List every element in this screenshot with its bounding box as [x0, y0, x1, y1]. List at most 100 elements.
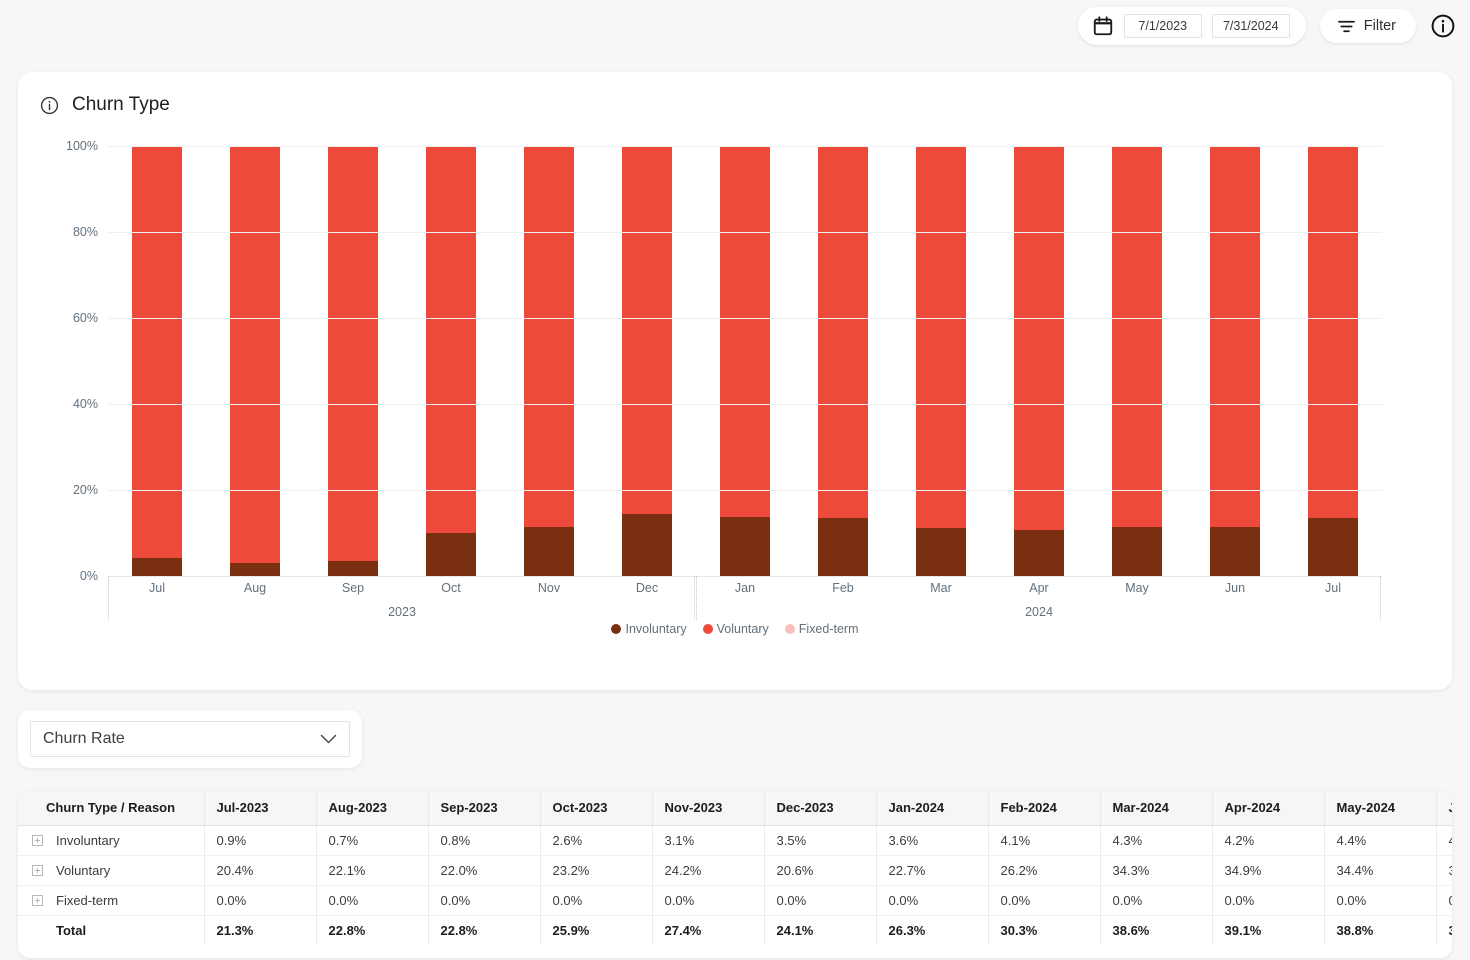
table-cell: 22.0% [428, 855, 541, 886]
date-from-input[interactable]: 7/1/2023 [1123, 14, 1202, 38]
metric-selector-container: Churn Rate [18, 710, 362, 768]
bar-segment-involuntary[interactable] [720, 517, 770, 576]
table-cell: 0.8% [428, 825, 541, 856]
bar-segment-voluntary[interactable] [916, 146, 966, 529]
bar-slot [892, 146, 990, 576]
table-row: Fixed-term 0.0% 0.0% 0.0% 0.0% 0.0% 0.0% 0.0% 0.… [18, 885, 1452, 916]
table-column-header[interactable]: Oct-2023 [540, 790, 653, 826]
stacked-bar[interactable] [916, 146, 966, 576]
info-circle-icon[interactable] [1430, 13, 1456, 39]
table-row-label-cell: Voluntary [18, 855, 205, 886]
stacked-bar[interactable] [132, 146, 182, 576]
table-cell: 22.7% [876, 855, 989, 886]
legend-item[interactable]: Involuntary [611, 622, 687, 636]
table-column-header[interactable]: Feb-2024 [988, 790, 1101, 826]
table-cell: 34.3% [1100, 855, 1213, 886]
bar-segment-involuntary[interactable] [1308, 518, 1358, 576]
table-cell: 0.0% [876, 885, 989, 916]
grid-line [108, 490, 1382, 491]
bar-segment-voluntary[interactable] [622, 146, 672, 514]
filter-icon [1337, 19, 1355, 34]
stacked-bar[interactable] [230, 146, 280, 576]
stacked-bar[interactable] [328, 146, 378, 576]
table-column-header[interactable]: May-2024 [1324, 790, 1437, 826]
stacked-bar[interactable] [622, 146, 672, 576]
x-axis-tick-label: Jul [1325, 581, 1341, 595]
stacked-bar[interactable] [1210, 146, 1260, 576]
stacked-bar[interactable] [1014, 146, 1064, 576]
expand-row-icon[interactable] [32, 894, 43, 906]
table-cell: 0.0% [1100, 885, 1213, 916]
table-cell: 34.9% [1212, 855, 1325, 886]
chart-area: 0% 20% 40% 60% 80% 100% Jul Aug Sep Oct Nov Dec Jan… [40, 130, 1430, 650]
table-cell: 34.4% [1324, 855, 1437, 886]
table-column-header[interactable]: Jul-2023 [204, 790, 317, 826]
table-column-header[interactable]: Jan-2024 [876, 790, 989, 826]
table-column-header[interactable]: Nov-2023 [652, 790, 765, 826]
table-cell: 0.9% [204, 825, 317, 856]
date-range-picker[interactable]: 7/1/2023 7/31/2024 [1077, 7, 1306, 45]
x-axis-tick-labels: Jul Aug Sep Oct Nov Dec Jan Feb Mar Apr May Jun Jul [108, 576, 1382, 602]
legend-color-swatch [784, 624, 795, 634]
table-cell: 0.0% [428, 885, 541, 916]
date-to-input[interactable]: 7/31/2024 [1211, 14, 1290, 38]
stacked-bar[interactable] [720, 146, 770, 576]
stacked-bar[interactable] [818, 146, 868, 576]
table-row-label: Voluntary [56, 862, 111, 878]
bar-segment-voluntary[interactable] [328, 146, 378, 561]
legend-item[interactable]: Fixed-term [784, 622, 859, 636]
expand-row-icon[interactable] [32, 864, 43, 876]
table-total-cell: 25.9% [540, 915, 653, 945]
stacked-bar[interactable] [524, 146, 574, 576]
bar-series-container [108, 146, 1382, 576]
table-column-header[interactable]: Mar-2024 [1100, 790, 1213, 826]
table-column-header[interactable]: Apr-2024 [1212, 790, 1325, 826]
bar-segment-involuntary[interactable] [1210, 526, 1260, 576]
table-column-header[interactable]: Dec-2023 [764, 790, 877, 826]
bar-segment-involuntary[interactable] [426, 533, 476, 576]
bar-segment-voluntary[interactable] [1014, 146, 1064, 530]
grid-line [108, 146, 1382, 147]
bar-segment-voluntary[interactable] [426, 146, 476, 533]
bar-segment-voluntary[interactable] [1308, 146, 1358, 519]
bar-segment-voluntary[interactable] [524, 146, 574, 528]
bar-segment-voluntary[interactable] [132, 146, 182, 558]
bar-slot [598, 146, 696, 576]
stacked-bar[interactable] [426, 146, 476, 576]
table-total-cell: 24.1% [764, 915, 877, 945]
legend-item[interactable]: Voluntary [702, 622, 769, 636]
x-axis-tick-label: Dec [635, 581, 659, 595]
table-column-header-label[interactable]: Churn Type / Reason [18, 790, 205, 826]
bar-segment-involuntary[interactable] [916, 528, 966, 576]
bar-segment-involuntary[interactable] [1112, 527, 1162, 576]
filter-button[interactable]: Filter [1319, 9, 1416, 43]
stacked-bar[interactable] [1112, 146, 1162, 576]
bar-segment-involuntary[interactable] [230, 562, 280, 576]
churn-type-chart-card: Churn Type 0% 20% 40% 60% 80% 100% Jul Aug Sep O… [18, 72, 1452, 690]
bar-segment-voluntary[interactable] [230, 146, 280, 563]
metric-select[interactable]: Churn Rate [30, 721, 350, 757]
table-column-header[interactable]: Aug-2023 [316, 790, 429, 826]
stacked-bar[interactable] [1308, 146, 1358, 576]
table-cell: 24.2% [652, 855, 765, 886]
table-row-label: Involuntary [56, 832, 120, 848]
bar-segment-involuntary[interactable] [524, 527, 574, 576]
bar-segment-involuntary[interactable] [328, 560, 378, 576]
table-cell: 4.2% [1212, 825, 1325, 856]
table-total-cell: 30.3% [988, 915, 1101, 945]
info-circle-icon[interactable] [40, 96, 59, 115]
bar-segment-voluntary[interactable] [1210, 146, 1260, 527]
bar-segment-voluntary[interactable] [720, 146, 770, 518]
table-column-header[interactable]: Sep-2023 [428, 790, 541, 826]
bar-segment-involuntary[interactable] [132, 557, 182, 576]
x-axis-tick-label: Nov [537, 581, 561, 595]
expand-row-icon[interactable] [32, 834, 43, 846]
bar-segment-involuntary[interactable] [818, 517, 868, 576]
table-column-header[interactable]: Jun-2024 [1436, 790, 1452, 826]
bar-slot [206, 146, 304, 576]
bar-segment-voluntary[interactable] [1112, 146, 1162, 528]
bar-slot [108, 146, 206, 576]
bar-segment-involuntary[interactable] [622, 513, 672, 576]
bar-segment-involuntary[interactable] [1014, 530, 1064, 576]
bar-segment-voluntary[interactable] [818, 146, 868, 518]
